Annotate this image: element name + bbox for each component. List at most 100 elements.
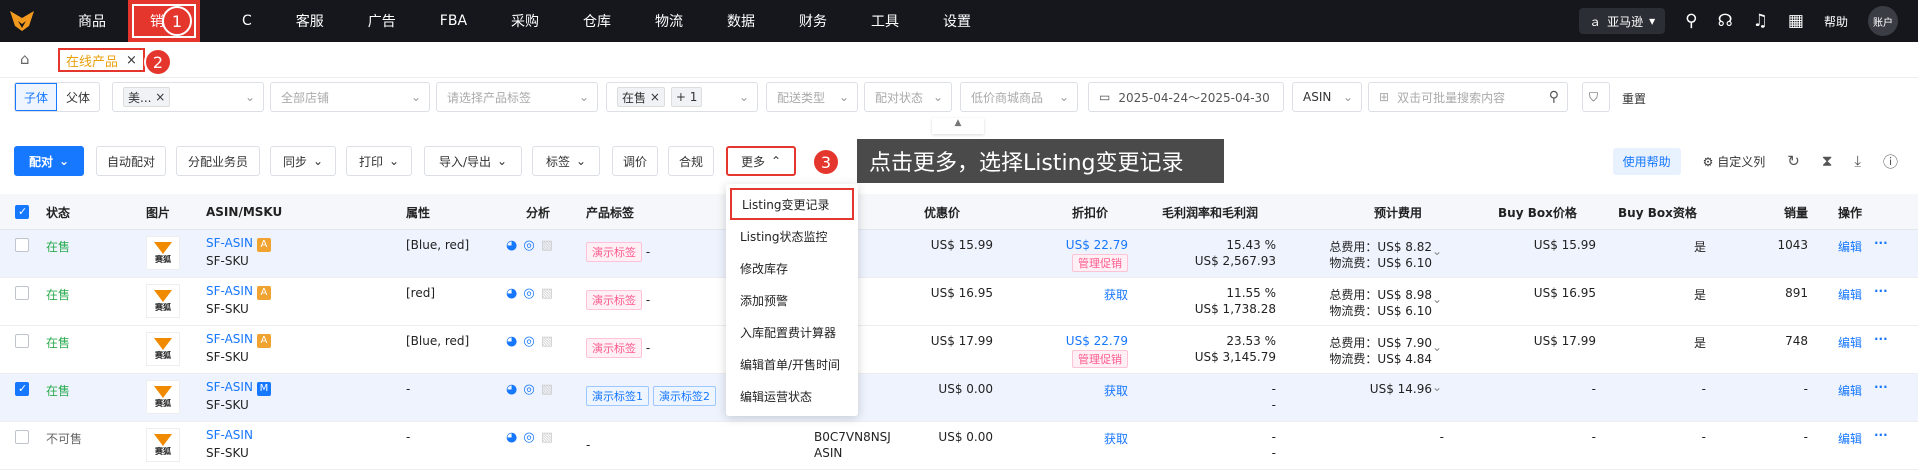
get-cut-price-link[interactable]: 获取	[1104, 430, 1128, 447]
refresh-icon[interactable]: ↻	[1787, 152, 1800, 170]
search-icon[interactable]: ⚲	[1685, 11, 1697, 31]
header-discount[interactable]: 优惠价	[924, 194, 960, 230]
asin-link[interactable]: SF-ASIN	[206, 236, 253, 250]
line-chart-icon[interactable]: ▧	[541, 382, 553, 397]
more-actions-icon[interactable]: ···	[1874, 332, 1888, 346]
radar-icon[interactable]: ◎	[523, 334, 534, 349]
nav-item-warehouse[interactable]: 仓库	[561, 0, 633, 42]
nav-item-purchase[interactable]: 采购	[489, 0, 561, 42]
shop-select[interactable]: 全部店铺 ⌄	[270, 82, 430, 112]
edit-link[interactable]: 编辑	[1838, 286, 1862, 303]
product-image[interactable]: 赛狐	[146, 284, 180, 318]
nav-item-products[interactable]: 商品	[56, 0, 128, 42]
row-checkbox[interactable]	[15, 382, 29, 396]
nav-item-service[interactable]: 客服	[274, 0, 346, 42]
nav-item-settings[interactable]: 设置	[921, 0, 993, 42]
question-icon[interactable]: ⓘ	[1883, 151, 1898, 172]
table-row[interactable]: 不可售 赛狐 SF-ASIN SF-SKU - ◕ ◎ ▧ - B0C7VN8NSJ…	[0, 422, 1918, 470]
row-checkbox[interactable]	[15, 238, 29, 252]
search-input[interactable]: ⊞ 双击可批量搜索内容 ⚲	[1368, 82, 1568, 112]
header-asin[interactable]: ASIN/MSKU	[206, 194, 282, 230]
filter-icon[interactable]: ⛉	[1582, 82, 1610, 112]
get-cut-price-link[interactable]: 获取	[1104, 286, 1128, 303]
status-tag-close-icon[interactable]: ×	[650, 90, 660, 104]
menu-item-edit-ops-status[interactable]: 编辑运营状态	[726, 380, 858, 412]
nav-item-finance[interactable]: 财务	[777, 0, 849, 42]
manage-promo-tag[interactable]: 管理促销	[1072, 254, 1128, 272]
parent-toggle[interactable]: 父体	[57, 83, 99, 111]
chevron-down-icon[interactable]: ⌄	[1432, 380, 1442, 394]
nav-item-c[interactable]: C	[200, 0, 274, 42]
auto-pair-button[interactable]: 自动配对	[96, 146, 166, 176]
more-actions-icon[interactable]: ···	[1874, 380, 1888, 394]
search-field-select[interactable]: ASIN ⌄	[1292, 82, 1362, 112]
pie-chart-icon[interactable]: ◕	[506, 382, 517, 397]
nav-item-tools[interactable]: 工具	[849, 0, 921, 42]
row-checkbox[interactable]	[15, 334, 29, 348]
nav-item-fba[interactable]: FBA	[418, 0, 489, 42]
usage-help-button[interactable]: 使用帮助	[1612, 147, 1681, 175]
chevron-down-icon[interactable]: ⌄	[1432, 292, 1442, 306]
radar-icon[interactable]: ◎	[523, 238, 534, 253]
ship-type-select[interactable]: 配送类型 ⌄	[766, 82, 858, 112]
site-select[interactable]: 美... × ⌄	[112, 82, 264, 112]
tab-online-products[interactable]: 在线产品 ×	[58, 48, 145, 72]
menu-item-add-alert[interactable]: 添加预警	[726, 284, 858, 316]
menu-item-listing-status-monitor[interactable]: Listing状态监控	[726, 220, 858, 252]
print-button[interactable]: 打印 ⌄	[346, 146, 412, 176]
product-image[interactable]: 赛狐	[146, 380, 180, 414]
compliance-button[interactable]: 合规	[668, 146, 714, 176]
asin-link[interactable]: SF-ASIN	[206, 380, 253, 394]
product-image[interactable]: 赛狐	[146, 236, 180, 270]
asin-link[interactable]: SF-ASIN	[206, 332, 253, 346]
line-chart-icon[interactable]: ▧	[541, 334, 553, 349]
logo-icon[interactable]	[0, 0, 44, 42]
asin-link[interactable]: SF-ASIN	[206, 428, 253, 442]
line-chart-icon[interactable]: ▧	[541, 238, 553, 253]
radar-icon[interactable]: ◎	[523, 286, 534, 301]
edit-link[interactable]: 编辑	[1838, 382, 1862, 399]
pie-chart-icon[interactable]: ◕	[506, 430, 517, 445]
header-sales[interactable]: 销量	[1784, 194, 1808, 230]
product-image[interactable]: 赛狐	[146, 332, 180, 366]
manage-promo-tag[interactable]: 管理促销	[1072, 350, 1128, 368]
radar-icon[interactable]: ◎	[523, 382, 534, 397]
chevron-down-icon[interactable]: ⌄	[1432, 244, 1442, 258]
collapse-icon[interactable]: ▲	[932, 118, 984, 134]
hourglass-icon[interactable]: ⧗	[1822, 152, 1833, 170]
assign-button[interactable]: 分配业务员	[176, 146, 260, 176]
search-icon[interactable]: ⚲	[1549, 89, 1559, 105]
low-price-select[interactable]: 低价商城商品 ⌄	[960, 82, 1078, 112]
menu-item-inbound-fee-calculator[interactable]: 入库配置费计算器	[726, 316, 858, 348]
line-chart-icon[interactable]: ▧	[541, 430, 553, 445]
marketplace-select[interactable]: ａ 亚马逊 ▾	[1579, 8, 1666, 34]
site-tag-close-icon[interactable]: ×	[155, 90, 165, 104]
price-button[interactable]: 调价	[612, 146, 658, 176]
product-image[interactable]: 赛狐	[146, 428, 180, 462]
more-button[interactable]: 更多 ⌃	[726, 146, 796, 176]
edit-link[interactable]: 编辑	[1838, 238, 1862, 255]
chevron-down-icon[interactable]: ⌄	[1432, 340, 1442, 354]
more-actions-icon[interactable]: ···	[1874, 284, 1888, 298]
line-chart-icon[interactable]: ▧	[541, 286, 553, 301]
menu-item-edit-first-order-time[interactable]: 编辑首单/开售时间	[726, 348, 858, 380]
nav-item-ads[interactable]: 广告	[346, 0, 418, 42]
nav-item-data[interactable]: 数据	[705, 0, 777, 42]
custom-columns-button[interactable]: ⚙ 自定义列	[1703, 153, 1766, 170]
child-toggle[interactable]: 子体	[15, 83, 57, 111]
menu-item-edit-stock[interactable]: 修改库存	[726, 252, 858, 284]
home-icon[interactable]: ⌂	[20, 50, 30, 68]
get-cut-price-link[interactable]: 获取	[1104, 382, 1128, 399]
menu-item-listing-change-log[interactable]: Listing变更记录	[730, 188, 854, 220]
more-actions-icon[interactable]: ···	[1874, 428, 1888, 442]
asin-link[interactable]: SF-ASIN	[206, 284, 253, 298]
import-export-button[interactable]: 导入/导出 ⌄	[424, 146, 522, 176]
download-icon[interactable]: ⤓	[1854, 152, 1861, 170]
row-checkbox[interactable]	[15, 286, 29, 300]
label-button[interactable]: 标签 ⌄	[532, 146, 600, 176]
table-row[interactable]: 在售 赛狐 SF-ASINA SF-SKU [red] ◕◎▧ 演示标签 - 9…	[0, 278, 1918, 326]
cut-price[interactable]: US$ 22.79	[1066, 334, 1128, 348]
edit-link[interactable]: 编辑	[1838, 334, 1862, 351]
radar-icon[interactable]: ◎	[523, 430, 534, 445]
close-icon[interactable]: ×	[126, 53, 137, 68]
